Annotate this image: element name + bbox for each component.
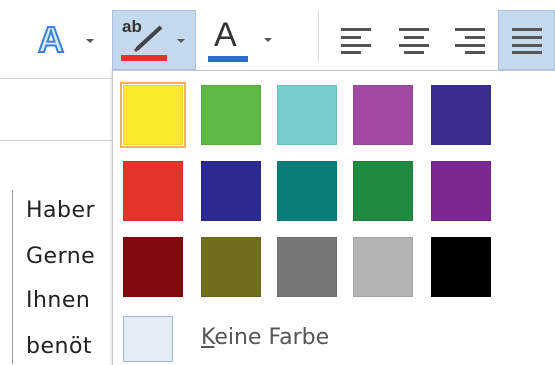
document-line: Gerne (26, 244, 96, 269)
color-swatch[interactable] (201, 85, 261, 145)
highlight-color-palette: Keine Farbe (112, 70, 555, 365)
align-center-button[interactable] (392, 18, 436, 62)
chevron-down-icon (264, 38, 272, 42)
align-left-icon (341, 28, 371, 54)
document-line: Haber (26, 198, 96, 223)
no-color-option[interactable]: Keine Farbe (201, 325, 329, 350)
color-swatch[interactable] (353, 237, 413, 297)
color-swatch[interactable] (277, 161, 337, 221)
font-color-bar (208, 56, 248, 62)
color-swatch[interactable] (123, 161, 183, 221)
chevron-down-icon[interactable] (177, 39, 185, 43)
justify-button[interactable] (498, 10, 555, 70)
align-right-icon (455, 28, 485, 54)
align-center-icon (399, 28, 429, 54)
no-color-mnemonic: K (201, 325, 215, 350)
document-line: benöt (26, 334, 93, 359)
page-margin-edge (12, 190, 13, 364)
no-color-swatch[interactable] (123, 316, 173, 362)
font-color-button[interactable]: A (204, 14, 284, 66)
toolbar-separator (318, 10, 319, 62)
color-swatch[interactable] (277, 237, 337, 297)
chevron-down-icon (86, 39, 94, 43)
highlight-color-button[interactable]: ab (112, 10, 196, 70)
color-swatch[interactable] (353, 85, 413, 145)
page-divider (0, 140, 120, 141)
text-effects-icon: A (37, 19, 65, 60)
color-swatch[interactable] (431, 85, 491, 145)
color-swatch[interactable] (353, 161, 413, 221)
color-swatch[interactable] (201, 161, 261, 221)
highlight-color-bar (121, 55, 167, 61)
ribbon-toolbar: A ab A (0, 0, 555, 79)
justify-icon (511, 28, 542, 54)
color-swatch[interactable] (120, 82, 186, 148)
color-swatch[interactable] (201, 237, 261, 297)
document-line: Ihnen (26, 288, 91, 313)
align-left-button[interactable] (334, 18, 378, 62)
font-color-icon: A (208, 16, 248, 62)
no-color-label: eine Farbe (214, 325, 330, 350)
color-swatch[interactable] (431, 237, 491, 297)
highlighter-icon: ab (121, 17, 167, 61)
color-swatch[interactable] (123, 237, 183, 297)
color-swatch[interactable] (431, 161, 491, 221)
color-swatch[interactable] (277, 85, 337, 145)
align-right-button[interactable] (448, 18, 492, 62)
text-effects-button[interactable]: A (37, 18, 98, 62)
